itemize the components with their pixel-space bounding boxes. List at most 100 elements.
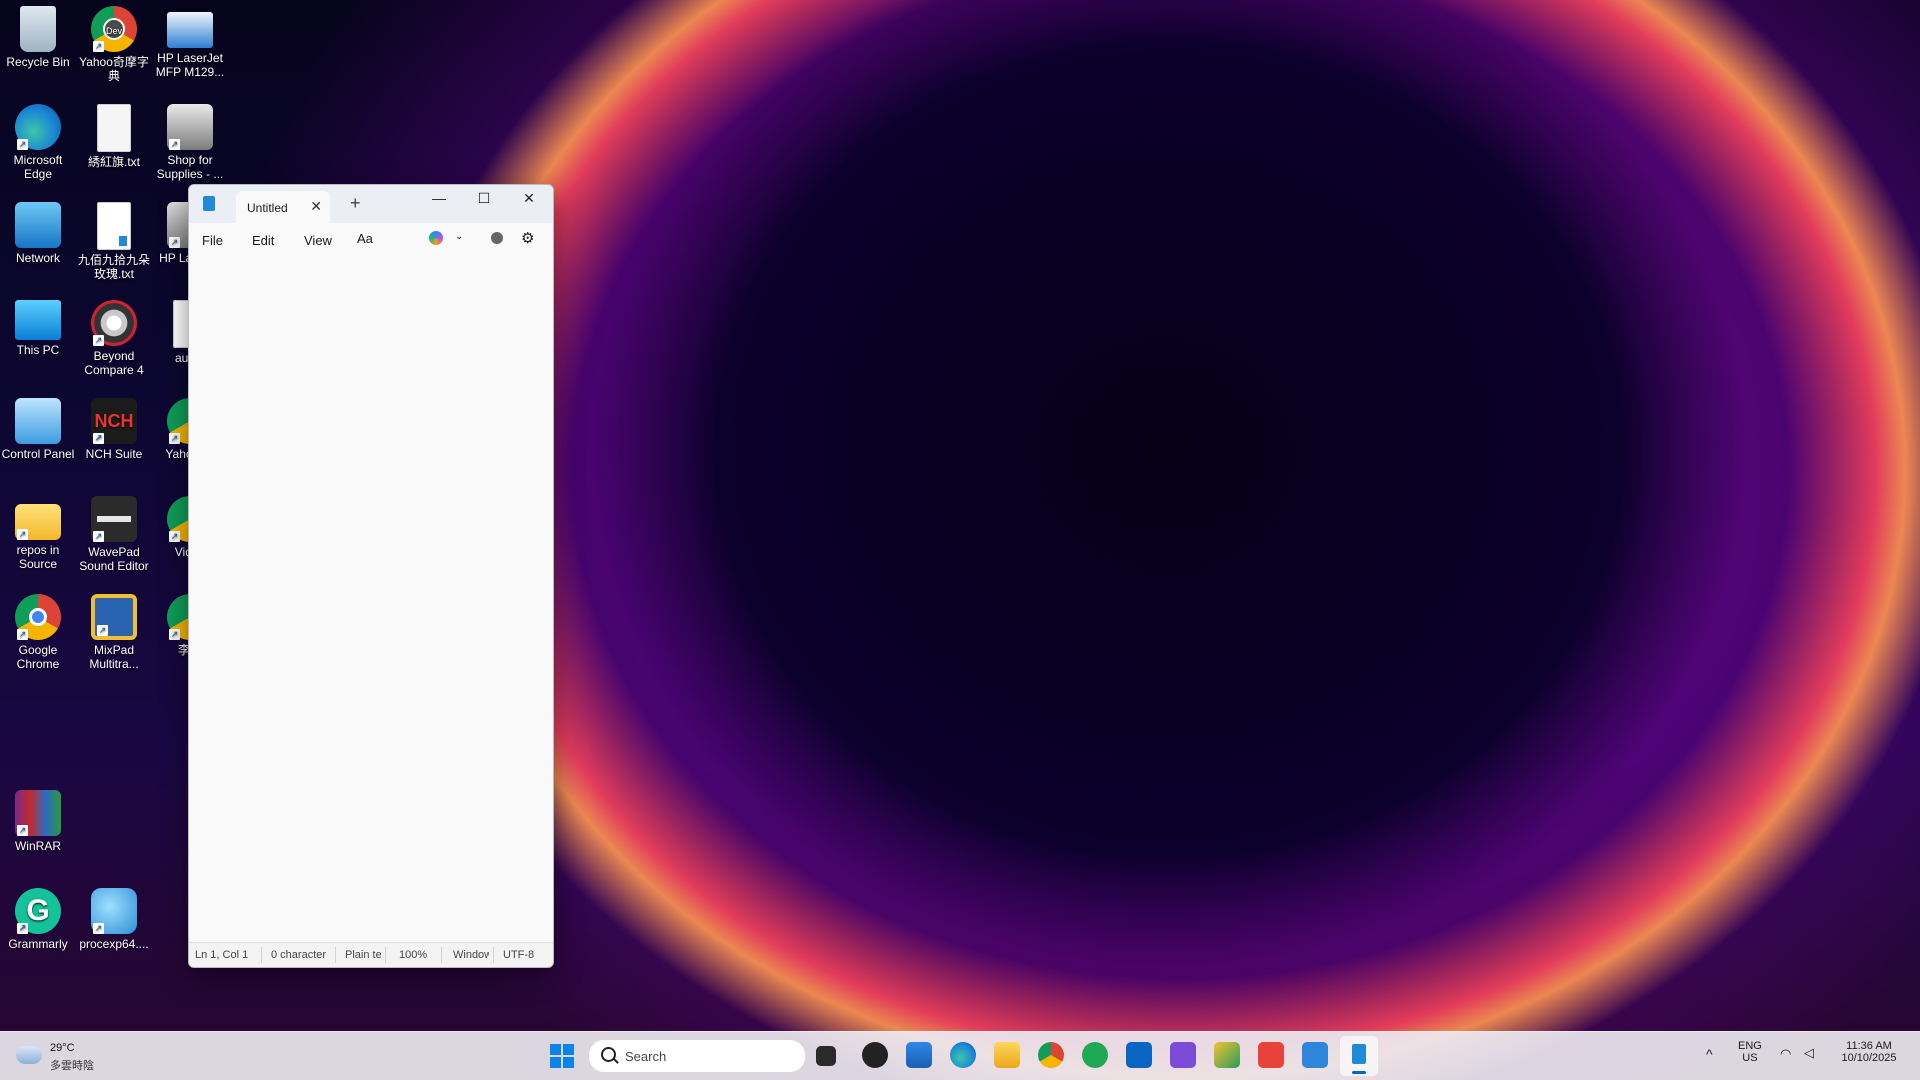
desktop-icon-recycle-bin[interactable]: Recycle Bin — [0, 6, 76, 69]
outlook-icon[interactable] — [1126, 1042, 1152, 1068]
desktop-icon-label: Yahoo奇摩字典 — [79, 55, 149, 83]
windows-logo-icon — [563, 1044, 574, 1055]
status-position: Ln 1, Col 1 — [195, 949, 249, 961]
control-panel-icon — [15, 398, 61, 444]
cloud-sun-icon — [16, 1046, 42, 1064]
text-file-icon — [97, 202, 131, 250]
app-s-blue-icon[interactable] — [1302, 1042, 1328, 1068]
desktop-icon-yahoo-dict[interactable]: Dev ↗ Yahoo奇摩字典 — [76, 6, 152, 83]
desktop-icon-label: WavePad Sound Editor — [79, 545, 149, 573]
desktop-icon-winrar[interactable]: ↗ WinRAR — [0, 790, 76, 853]
tab-close-icon[interactable]: ✕ — [310, 198, 322, 215]
menu-file[interactable]: File — [202, 233, 223, 248]
desktop-icon-google-chrome[interactable]: ↗ Google Chrome — [0, 594, 76, 671]
snipping-tool-icon[interactable] — [1214, 1042, 1240, 1068]
close-button[interactable]: ✕ — [514, 190, 544, 207]
desktop-icon-txt-2[interactable]: 九佰九拾九朵玫瑰.txt — [76, 202, 152, 281]
status-separator — [385, 947, 386, 963]
notepad-app-icon — [203, 196, 215, 211]
search-placeholder: Search — [625, 1049, 667, 1064]
wifi-icon[interactable]: ◠ — [1780, 1046, 1791, 1062]
desktop-icon-grammarly[interactable]: G ↗ Grammarly — [0, 888, 76, 951]
desktop-icon-label: This PC — [16, 343, 60, 357]
notepad-taskbar-button[interactable] — [1340, 1036, 1378, 1076]
chrome-icon[interactable] — [1038, 1042, 1064, 1068]
desktop-icon-label: Beyond Compare 4 — [84, 349, 144, 377]
title-bar[interactable]: Untitled ✕ + — ☐ ✕ — [189, 185, 553, 223]
volume-icon[interactable]: ◁ — [1804, 1045, 1814, 1061]
task-view-icon[interactable] — [816, 1046, 836, 1066]
chevron-up-icon[interactable]: ^ — [1706, 1046, 1713, 1062]
minimize-button[interactable]: — — [424, 190, 454, 206]
file-explorer-icon[interactable] — [994, 1042, 1020, 1068]
desktop-icon-label: WinRAR — [14, 839, 61, 853]
desktop-icon-beyond-compare[interactable]: ↗ Beyond Compare 4 — [76, 300, 152, 377]
desktop-icon-shop-supplies[interactable]: ↗ Shop for Supplies - ... — [152, 104, 228, 181]
pc-icon — [15, 300, 61, 340]
menu-view[interactable]: View — [304, 233, 332, 248]
active-indicator — [1352, 1071, 1366, 1074]
new-tab-button[interactable]: + — [350, 193, 361, 214]
menu-bar: File Edit View Aa ⌄ ⚙ — [189, 223, 553, 257]
desktop-icon-label: Google Chrome — [16, 643, 60, 671]
desktop-icon-label: NCH Suite — [85, 447, 143, 461]
status-zoom[interactable]: 100% — [399, 949, 435, 961]
desktop-icon-hp-laserjet[interactable]: HP LaserJet MFP M129... — [152, 6, 228, 79]
mixpad-icon: ↗ — [91, 594, 137, 640]
copilot-icon[interactable] — [429, 231, 443, 245]
status-separator — [261, 947, 262, 963]
status-separator — [493, 947, 494, 963]
windows-logo-icon — [563, 1057, 574, 1068]
taskbar-search[interactable]: Search — [588, 1039, 806, 1073]
text-editor[interactable] — [189, 257, 553, 943]
language-region: US — [1742, 1052, 1758, 1064]
clock-date: 10/10/2025 — [1841, 1052, 1897, 1064]
desktop-icon-control-panel[interactable]: Control Panel — [0, 398, 76, 461]
notepad-icon — [1352, 1044, 1366, 1064]
desktop-icon-this-pc[interactable]: This PC — [0, 300, 76, 357]
notepad-window[interactable]: Untitled ✕ + — ☐ ✕ File Edit View Aa ⌄ ⚙… — [188, 184, 554, 968]
procexp-icon: ↗ — [91, 888, 137, 934]
start-button[interactable] — [550, 1044, 574, 1068]
folder-icon: ↗ — [15, 504, 61, 540]
desktop-icon-nch-suite[interactable]: NCH ↗ NCH Suite — [76, 398, 152, 461]
account-icon[interactable] — [491, 232, 503, 244]
visual-studio-icon[interactable] — [1170, 1042, 1196, 1068]
media-player-icon[interactable] — [862, 1042, 888, 1068]
desktop-icon-mixpad[interactable]: ↗ MixPad Multitra... — [76, 594, 152, 671]
desktop-icon-label: Recycle Bin — [6, 55, 70, 69]
maximize-button[interactable]: ☐ — [469, 190, 499, 207]
status-characters: 0 character — [271, 949, 327, 961]
desktop-icon-procexp[interactable]: ↗ procexp64.... — [76, 888, 152, 951]
beyond-compare-icon: ↗ — [91, 300, 137, 346]
app-s-red-icon[interactable] — [1258, 1042, 1284, 1068]
whatsapp-icon[interactable] — [1082, 1042, 1108, 1068]
language-indicator[interactable]: ENG US — [1738, 1040, 1762, 1064]
clock[interactable]: 11:36 AM 10/10/2025 — [1838, 1040, 1900, 1064]
tab-untitled[interactable]: Untitled ✕ — [236, 191, 330, 223]
desktop-icon-wavepad[interactable]: ↗ WavePad Sound Editor — [76, 496, 152, 573]
menu-edit[interactable]: Edit — [252, 233, 274, 248]
settings-icon[interactable]: ⚙ — [521, 229, 534, 247]
network-icon — [15, 202, 61, 248]
desktop-icon-label: Shop for Supplies - ... — [156, 153, 224, 181]
edge-icon[interactable] — [950, 1042, 976, 1068]
desktop-icon-repos[interactable]: ↗ repos in Source — [0, 496, 76, 571]
chevron-down-icon[interactable]: ⌄ — [455, 231, 463, 242]
status-encoding: UTF-8 — [503, 949, 535, 961]
desktop-icon-network[interactable]: Network — [0, 202, 76, 265]
text-format-icon[interactable]: Aa — [357, 231, 373, 246]
desktop-icon-label: repos in Source — [16, 543, 60, 571]
weather-widget[interactable]: 29°C 多雲時陰 — [16, 1040, 116, 1072]
store-icon[interactable] — [906, 1042, 932, 1068]
desktop-icon-label: 綉紅旗.txt — [87, 155, 140, 169]
status-line-ending: Windows (CRLF) — [453, 949, 489, 961]
winrar-icon: ↗ — [15, 790, 61, 836]
text-file-icon — [97, 104, 131, 152]
clock-time: 11:36 AM — [1846, 1040, 1892, 1052]
status-separator — [335, 947, 336, 963]
desktop-icon-label: procexp64.... — [79, 937, 149, 951]
desktop-icon-edge[interactable]: ↗ Microsoft Edge — [0, 104, 76, 181]
desktop-icon-txt-1[interactable]: 綉紅旗.txt — [76, 104, 152, 169]
status-format: Plain text — [345, 949, 381, 961]
